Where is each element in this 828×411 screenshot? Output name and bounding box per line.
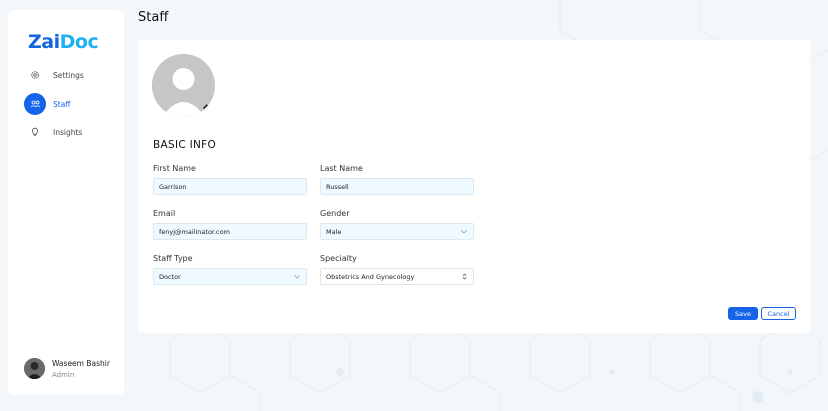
email-field[interactable]: fenyj@mailinator.com [153, 223, 307, 240]
last-name-label: Last Name [320, 164, 363, 173]
first-name-field[interactable]: Garrison [153, 178, 307, 195]
first-name-value: Garrison [159, 182, 187, 191]
staff-type-select[interactable]: Doctor [153, 268, 307, 285]
gear-icon [24, 64, 46, 86]
sidebar-item-label: Insights [53, 127, 83, 137]
users-icon [24, 93, 46, 115]
sidebar-item-settings[interactable]: Settings [22, 64, 112, 86]
user-profile[interactable]: Waseem Bashir Admin [24, 358, 110, 379]
specialty-value: Obstetrics And Gynecology [326, 272, 415, 281]
sidebar-item-label: Settings [53, 70, 84, 80]
edit-photo-button[interactable] [200, 101, 210, 111]
last-name-field[interactable]: Russell [320, 178, 474, 195]
staff-form-card: BASIC INFO First Name Garrison Last Name… [138, 40, 810, 333]
cancel-button[interactable]: Cancel [761, 307, 796, 320]
email-label: Email [153, 209, 176, 218]
chevron-down-icon [294, 274, 300, 279]
gender-label: Gender [320, 209, 350, 218]
first-name-label: First Name [153, 164, 196, 173]
last-name-value: Russell [326, 182, 349, 191]
bulb-icon [24, 121, 46, 143]
pencil-icon [202, 103, 208, 109]
sidebar-item-staff[interactable]: Staff [22, 93, 112, 115]
page-title: Staff [138, 10, 169, 25]
specialty-select[interactable]: Obstetrics And Gynecology [320, 268, 474, 285]
gender-select[interactable]: Male [320, 223, 474, 240]
app-logo[interactable]: ZaiDoc [28, 31, 99, 53]
sidebar: ZaiDoc Settings Staff Insights Waseem Ba… [8, 10, 124, 395]
user-role: Admin [52, 370, 75, 379]
staff-type-label: Staff Type [153, 254, 193, 263]
save-button[interactable]: Save [728, 307, 758, 320]
logo-text-part2: Doc [59, 31, 99, 53]
staff-type-value: Doctor [159, 272, 181, 281]
specialty-label: Specialty [320, 254, 357, 263]
logo-text-part1: Zai [28, 31, 60, 53]
sidebar-item-label: Staff [53, 99, 71, 109]
updown-chevron-icon [462, 273, 467, 280]
avatar [24, 358, 45, 379]
gender-value: Male [326, 227, 342, 236]
email-value: fenyj@mailinator.com [159, 227, 230, 236]
sidebar-item-insights[interactable]: Insights [22, 121, 112, 143]
chevron-down-icon [461, 229, 467, 234]
section-title: BASIC INFO [153, 139, 217, 151]
user-name: Waseem Bashir [52, 358, 110, 368]
